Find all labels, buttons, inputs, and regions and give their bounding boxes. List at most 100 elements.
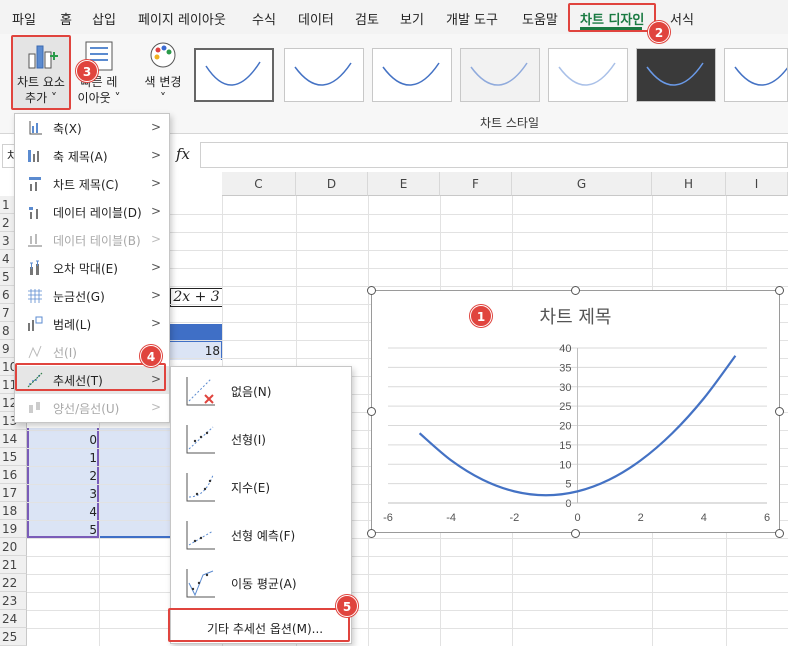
resize-handle[interactable] xyxy=(367,407,376,416)
tab-file[interactable]: 파일 xyxy=(12,9,36,28)
chevron-right-icon: > xyxy=(150,204,161,218)
tab-developer[interactable]: 개발 도구 xyxy=(446,9,498,28)
resize-handle[interactable] xyxy=(775,529,784,538)
resize-handle[interactable] xyxy=(775,286,784,295)
trendline-submenu: 없음(N) 선형(I) 지수(E) 선형 예측(F) 이동 평균(A) 기타 추… xyxy=(170,366,352,644)
row-header[interactable]: 14 xyxy=(0,430,27,448)
trendline-linear-icon xyxy=(186,425,215,454)
chevron-right-icon: > xyxy=(150,148,161,162)
menu-item-error-bars[interactable]: 오차 막대(E) > xyxy=(15,254,169,282)
cell-value[interactable]: 1 xyxy=(27,449,97,467)
col-header-i[interactable]: I xyxy=(726,172,788,196)
menu-item-chart-title[interactable]: 차트 제목(C) > xyxy=(15,170,169,198)
trendline-none[interactable]: 없음(N) xyxy=(171,367,351,415)
col-header-e[interactable]: E xyxy=(368,172,440,196)
cell-value[interactable]: 3 xyxy=(27,485,97,503)
menu-item-legend[interactable]: 범례(L) > xyxy=(15,310,169,338)
cell-value[interactable]: 5 xyxy=(27,521,97,539)
y-tick-label: 25 xyxy=(559,401,571,413)
change-colors-button[interactable]: 색 변경 ˅ xyxy=(136,36,190,110)
chevron-right-icon: > xyxy=(150,316,161,330)
menu-item-gridlines[interactable]: 눈금선(G) > xyxy=(15,282,169,310)
x-tick-label: 4 xyxy=(701,512,707,524)
formula-input[interactable] xyxy=(200,142,788,168)
row-header[interactable]: 18 xyxy=(0,502,27,520)
tab-help[interactable]: 도움말 xyxy=(522,9,558,28)
row-header[interactable]: 23 xyxy=(0,592,27,610)
trendline-moving-average[interactable]: 이동 평균(A) xyxy=(171,559,351,607)
tab-format[interactable]: 서식 xyxy=(670,9,694,28)
change-colors-label2: ˅ xyxy=(160,91,166,105)
column-gridline xyxy=(368,196,369,646)
fx-icon[interactable]: fx xyxy=(176,145,190,163)
chart-style-4[interactable] xyxy=(460,48,540,102)
callout-badge-3: 3 xyxy=(76,60,98,82)
row-header[interactable]: 24 xyxy=(0,610,27,628)
chart-title-icon xyxy=(29,177,41,191)
menu-item-label: 지수(E) xyxy=(231,481,271,495)
chart-style-7[interactable] xyxy=(724,48,788,102)
chevron-right-icon: > xyxy=(150,288,161,302)
row-header[interactable]: 16 xyxy=(0,466,27,484)
chevron-right-icon: > xyxy=(150,120,161,134)
tab-insert[interactable]: 삽입 xyxy=(92,9,116,28)
menu-item-label: 데이터 레이블(D) xyxy=(53,206,142,220)
tab-view[interactable]: 보기 xyxy=(400,9,424,28)
chart-style-5[interactable] xyxy=(548,48,628,102)
cell-value[interactable]: 0 xyxy=(27,431,97,449)
tab-review[interactable]: 검토 xyxy=(355,9,379,28)
menu-item-data-labels[interactable]: 데이터 레이블(D) > xyxy=(15,198,169,226)
resize-handle[interactable] xyxy=(367,529,376,538)
row-header[interactable]: 21 xyxy=(0,556,27,574)
resize-handle[interactable] xyxy=(571,529,580,538)
row-header[interactable]: 19 xyxy=(0,520,27,538)
menu-item-label: 오차 막대(E) xyxy=(53,262,118,276)
chart-style-2[interactable] xyxy=(284,48,364,102)
menu-item-label: 없음(N) xyxy=(231,385,272,399)
chevron-right-icon: > xyxy=(150,176,161,190)
y-tick-label: 40 xyxy=(559,343,571,355)
row-header[interactable]: 15 xyxy=(0,448,27,466)
menu-item-axis-titles[interactable]: 축 제목(A) > xyxy=(15,142,169,170)
col-header-h[interactable]: H xyxy=(652,172,726,196)
resize-handle[interactable] xyxy=(367,286,376,295)
x-tick-label: -6 xyxy=(383,512,393,524)
data-labels-icon xyxy=(29,207,38,219)
tab-data[interactable]: 데이터 xyxy=(298,9,334,28)
row-gridline xyxy=(27,610,788,611)
col-header-f[interactable]: F xyxy=(440,172,512,196)
resize-handle[interactable] xyxy=(775,407,784,416)
row-gridline xyxy=(27,538,788,539)
row-header[interactable]: 20 xyxy=(0,538,27,556)
chart-style-3[interactable] xyxy=(372,48,452,102)
callout-badge-2: 2 xyxy=(648,21,670,43)
tab-formulas[interactable]: 수식 xyxy=(252,9,276,28)
tab-home[interactable]: 홈 xyxy=(60,9,72,28)
cell-value[interactable]: 4 xyxy=(27,503,97,521)
col-header-d[interactable]: D xyxy=(296,172,368,196)
x-tick-label: 6 xyxy=(764,512,770,524)
row-header[interactable]: 22 xyxy=(0,574,27,592)
cell-value[interactable]: 2 xyxy=(27,467,97,485)
chart-style-1[interactable] xyxy=(194,48,274,102)
row-header[interactable]: 25 xyxy=(0,628,27,646)
menu-item-label: 범례(L) xyxy=(53,318,92,332)
trendline-exponential[interactable]: 지수(E) xyxy=(171,463,351,511)
y-tick-label: 0 xyxy=(565,498,571,510)
menu-item-label: 선(I) xyxy=(53,346,77,360)
menu-item-axes[interactable]: 축(X) > xyxy=(15,114,169,142)
tab-page-layout[interactable]: 페이지 레이아웃 xyxy=(138,9,226,28)
col-header-c[interactable]: C xyxy=(222,172,296,196)
trendline-linear[interactable]: 선형(I) xyxy=(171,415,351,463)
menu-item-label: 이동 평균(A) xyxy=(231,577,297,591)
chart-area[interactable]: 차트 제목 0 5 10 15 20 25 30 35 40 -6 -4 -2 0 2 4 6 xyxy=(371,290,780,533)
y-tick-label: 20 xyxy=(559,421,571,433)
resize-handle[interactable] xyxy=(571,286,580,295)
callout-box-add-element xyxy=(11,35,71,110)
chevron-right-icon: > xyxy=(150,400,161,414)
chart-style-6[interactable] xyxy=(636,48,716,102)
row-header[interactable]: 17 xyxy=(0,484,27,502)
trendline-linear-forecast[interactable]: 선형 예측(F) xyxy=(171,511,351,559)
col-header-g[interactable]: G xyxy=(512,172,652,196)
menu-item-data-table: 데이터 테이블(B) > xyxy=(15,226,169,254)
